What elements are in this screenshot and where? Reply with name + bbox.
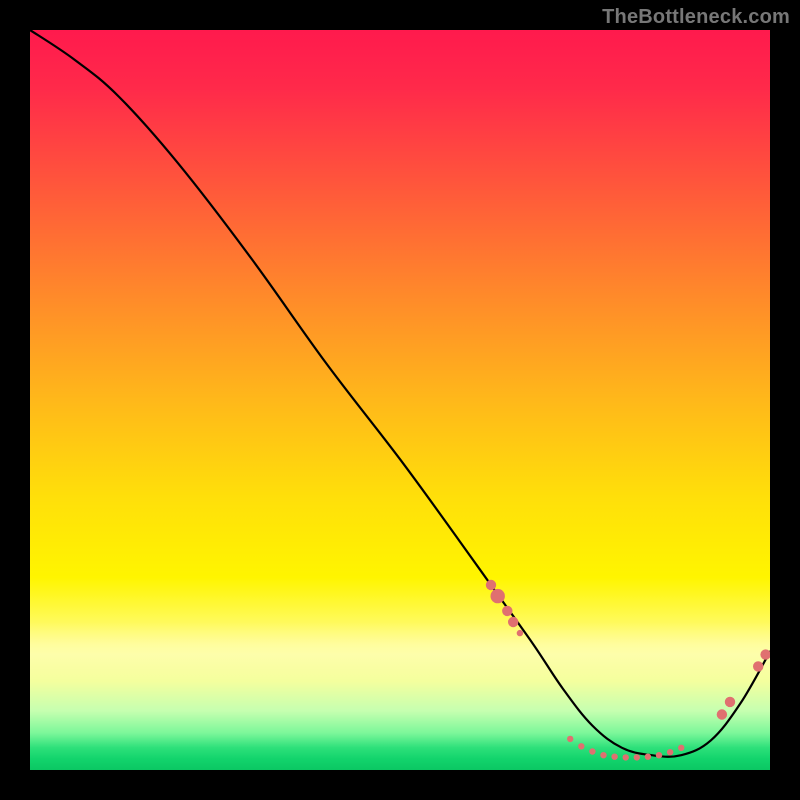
data-point (491, 589, 505, 603)
data-point (578, 743, 584, 749)
data-point (517, 630, 523, 636)
data-point (717, 709, 727, 719)
marker-layer (486, 580, 770, 761)
data-point (611, 754, 617, 760)
data-point (667, 749, 673, 755)
data-point (600, 752, 606, 758)
plot-area (30, 30, 770, 770)
data-point (725, 697, 735, 707)
data-point (760, 649, 770, 659)
data-point (508, 617, 518, 627)
data-point (589, 748, 595, 754)
data-point (502, 606, 512, 616)
data-point (623, 754, 629, 760)
data-point (678, 745, 684, 751)
data-point (634, 754, 640, 760)
bottleneck-curve (30, 30, 770, 757)
curve-svg (30, 30, 770, 770)
chart-frame: TheBottleneck.com (0, 0, 800, 800)
data-point (656, 752, 662, 758)
data-point (567, 736, 573, 742)
data-point (753, 661, 763, 671)
data-point (645, 754, 651, 760)
data-point (486, 580, 496, 590)
watermark-text: TheBottleneck.com (602, 6, 790, 29)
